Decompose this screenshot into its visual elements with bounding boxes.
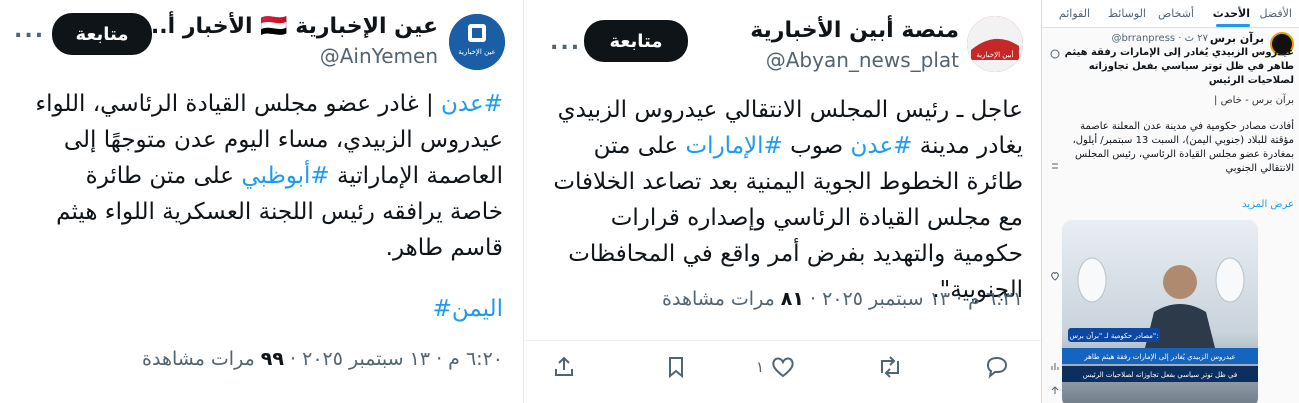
heart-icon[interactable] [1050, 270, 1060, 282]
follow-button[interactable]: متابعة [584, 20, 688, 62]
hashtag-link[interactable]: #الإمارات [686, 133, 783, 159]
tweet-abyan: ... متابعة منصة أبين الأخبارية @Abyan_ne… [523, 0, 1041, 403]
author-handle[interactable]: @AinYemen [320, 44, 438, 68]
author-name[interactable]: منصة أبين الأخبارية [750, 18, 959, 43]
tab-top[interactable]: الأفضل [1260, 7, 1292, 20]
hashtag-link[interactable]: #أبوظبي [241, 163, 329, 189]
tab-latest[interactable]: الأحدث [1213, 7, 1250, 20]
like-button[interactable]: ١ [756, 355, 796, 379]
svg-text:أبين الإخبارية: أبين الإخبارية [976, 50, 1013, 59]
share-icon [555, 356, 573, 376]
timestamp[interactable]: ٦:٢٠ م · ١٣ سبتمبر ٢٠٢٥ · [284, 348, 503, 370]
reply-icon[interactable] [1050, 48, 1060, 60]
tab-people[interactable]: أشخاص [1158, 7, 1194, 20]
tweet-meta: ٦:٣١ م · ١٣ سبتمبر ٢٠٢٥ · ٨١ مرات مشاهدة [662, 288, 1023, 310]
timestamp[interactable]: ٦:٣١ م · ١٣ سبتمبر ٢٠٢٥ · [804, 288, 1023, 310]
bookmark-button[interactable] [664, 355, 688, 379]
retweet-icon [881, 356, 899, 378]
ain-logo-icon: عين الإخبارية [449, 14, 505, 70]
hashtag-link[interactable]: #عدن [850, 133, 912, 159]
tweet-text: #عدن | غادر عضو مجلس القيادة الرئاسي، ال… [33, 86, 503, 266]
share-icon[interactable] [1050, 386, 1060, 398]
author-name[interactable]: عين الإخبارية 🇾🇪 الأخبار أ... [143, 14, 438, 39]
tweet-text-source: برآن برس - خاص | [1214, 95, 1294, 106]
share-button[interactable] [552, 355, 576, 379]
tweet-text: عاجل ـ رئيس المجلس الانتقالي عيدروس الزب… [543, 92, 1023, 308]
views-label: مرات مشاهدة [662, 288, 781, 310]
views-label: مرات مشاهدة [142, 348, 261, 370]
author-handle[interactable]: @Abyan_news_plat [766, 48, 959, 72]
author-handle[interactable]: @brranpress · ٢٧ ث [1111, 33, 1208, 44]
retweet-button[interactable] [876, 355, 904, 379]
hashtag-link[interactable]: #عدن [441, 91, 503, 117]
tab-lists[interactable]: القوائم [1059, 7, 1090, 20]
svg-text:عين الإخبارية: عين الإخبارية [458, 48, 495, 56]
news-photo: مصادر حكومية لـ "برآن برس": عيدروس الزبي… [1062, 257, 1258, 382]
tweet-meta: ٦:٢٠ م · ١٣ سبتمبر ٢٠٢٥ · ٩٩ مرات مشاهدة [142, 348, 503, 370]
more-options-icon[interactable]: ... [14, 18, 45, 43]
reply-button[interactable] [984, 355, 1010, 379]
more-options-icon[interactable]: ... [550, 30, 581, 55]
tweet-actions-vertical [1050, 30, 1060, 400]
heart-icon [772, 357, 794, 378]
retweet-icon[interactable] [1050, 160, 1060, 172]
author-name[interactable]: برآن برس [1210, 32, 1264, 45]
show-more-link[interactable]: عرض المزيد [1242, 199, 1294, 210]
reply-icon [986, 356, 1008, 379]
bookmark-icon [669, 357, 683, 379]
views-icon[interactable] [1050, 360, 1060, 372]
svg-text:مصادر حكومية لـ "برآن برس":: مصادر حكومية لـ "برآن برس": [1069, 331, 1158, 340]
hashtag-link[interactable]: #اليمن [433, 296, 503, 322]
abyan-logo-icon: أبين الإخبارية [967, 16, 1023, 72]
tab-media[interactable]: الوسائط [1108, 7, 1146, 20]
views-count: ٩٩ [260, 348, 284, 370]
active-tab-indicator [1216, 24, 1250, 27]
svg-text:في ظل توتر سياسي بفعل تجاوزاته: في ظل توتر سياسي بفعل تجاوزاته لصلاحيات … [1083, 371, 1237, 379]
follow-button[interactable]: متابعة [52, 13, 152, 55]
tweet-image[interactable]: مصادر حكومية لـ "برآن برس": عيدروس الزبي… [1062, 220, 1258, 403]
like-count: ١ [756, 358, 765, 376]
tweet-actions: ١ [524, 340, 1041, 400]
avatar[interactable]: أبين الإخبارية [967, 16, 1023, 72]
search-results-panel: الأفضل الأحدث أشخاص الوسائط القوائم برآن… [1041, 0, 1299, 403]
tweet-text-body: أفادت مصادر حكومية في مدينة عدن المعلنة … [1072, 121, 1294, 174]
search-result-tweet[interactable]: برآن برس @brranpress · ٢٧ ث عيدروس الزبي… [1050, 30, 1299, 403]
tweet-ainyemen: ... متابعة عين الإخبارية 🇾🇪 الأخبار أ...… [0, 0, 523, 403]
views-count: ٨١ [780, 288, 804, 310]
svg-text:عيدروس الزبيدي يُغادر إلى الإم: عيدروس الزبيدي يُغادر إلى الإمارات رفقة … [1083, 353, 1235, 361]
search-tabs: الأفضل الأحدث أشخاص الوسائط القوائم [1042, 0, 1299, 28]
tweet-text-headline: عيدروس الزبيدي يُغادر إلى الإمارات رفقة … [1064, 47, 1294, 86]
tweet-text-part: صوب [782, 133, 851, 159]
avatar[interactable]: عين الإخبارية [449, 14, 505, 70]
